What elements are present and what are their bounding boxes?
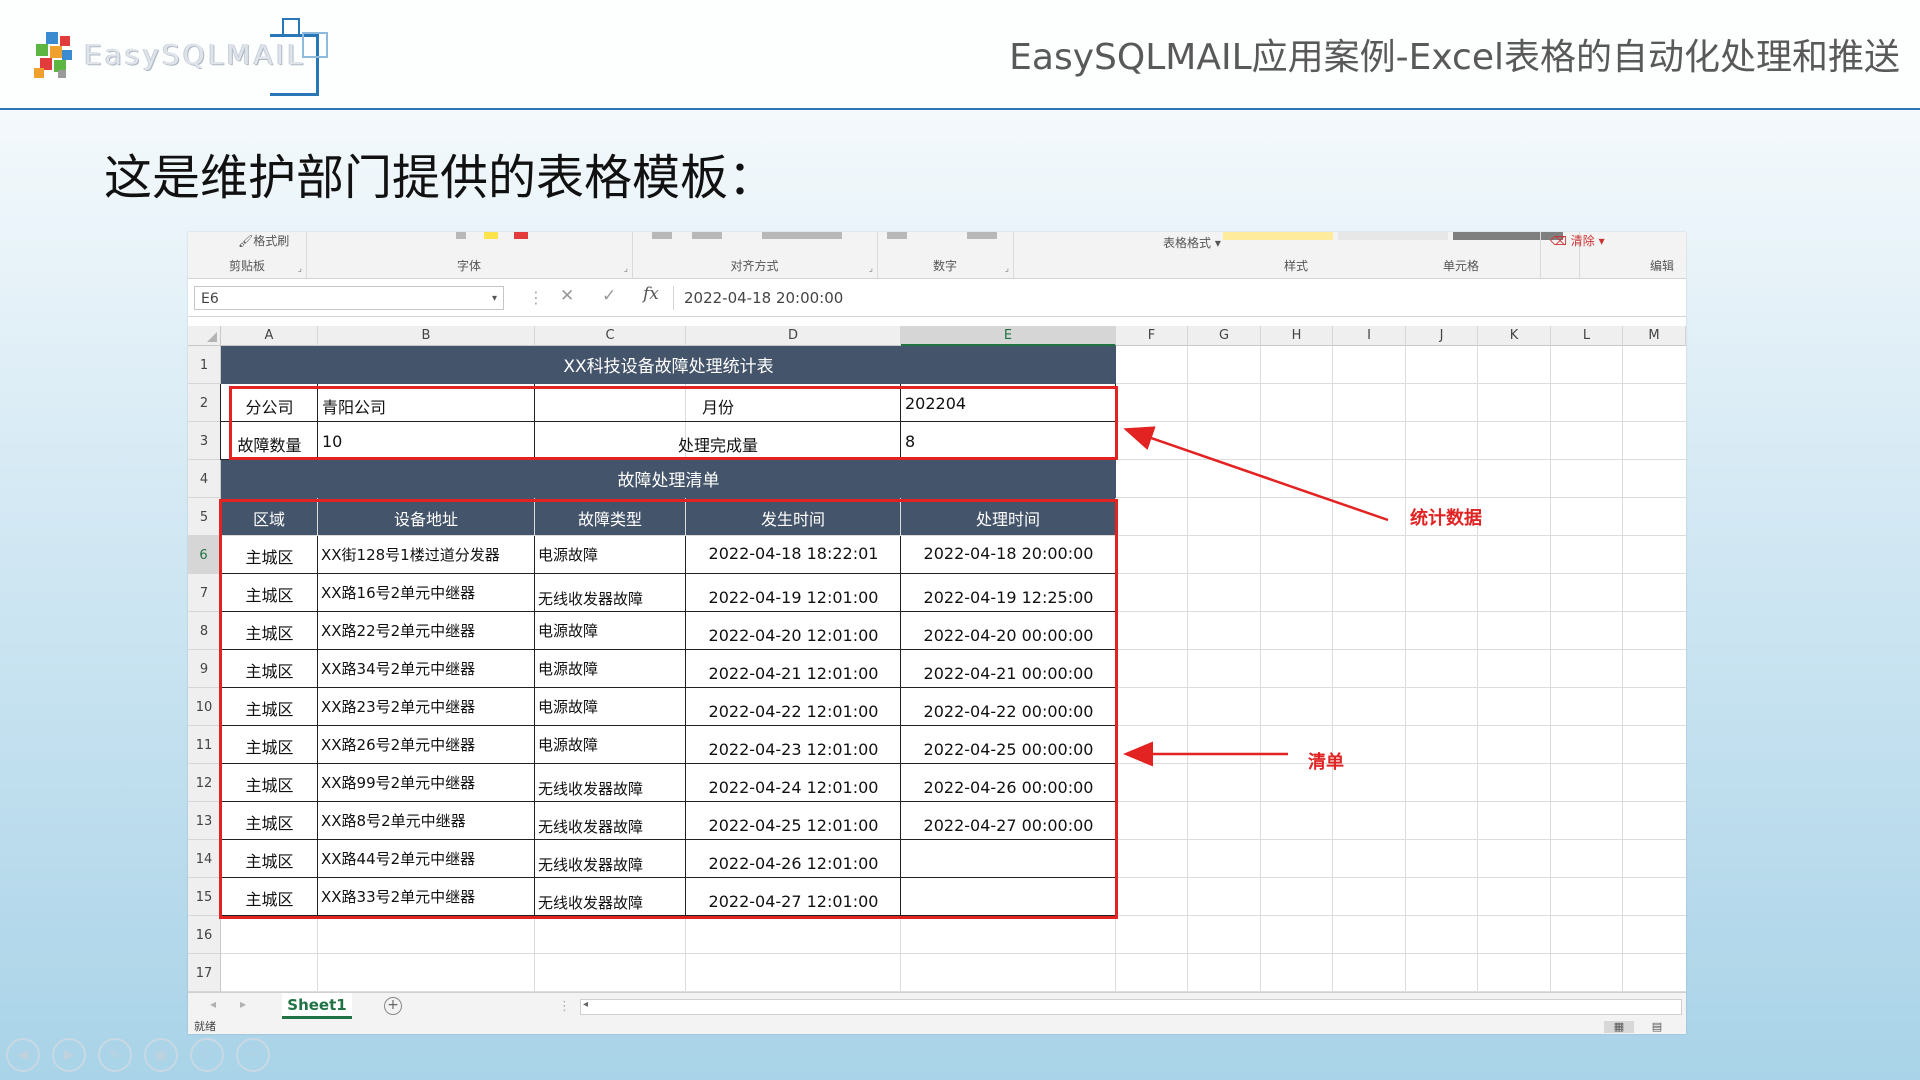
annotation-list-label: 清单 [1308, 752, 1344, 773]
next-icon[interactable]: ▶ [52, 1038, 86, 1072]
slides-icon[interactable]: ▣ [144, 1038, 178, 1072]
annotation-arrows [1123, 426, 1389, 767]
prev-icon[interactable]: ◀ [6, 1038, 40, 1072]
annotation-stats-label: 统计数据 [1410, 508, 1482, 529]
pen-icon[interactable]: ✎ [98, 1038, 132, 1072]
zoom-icon[interactable]: ⌕ [190, 1038, 224, 1072]
more-icon[interactable]: ⋯ [236, 1038, 270, 1072]
stats-arrow [1123, 426, 1389, 522]
